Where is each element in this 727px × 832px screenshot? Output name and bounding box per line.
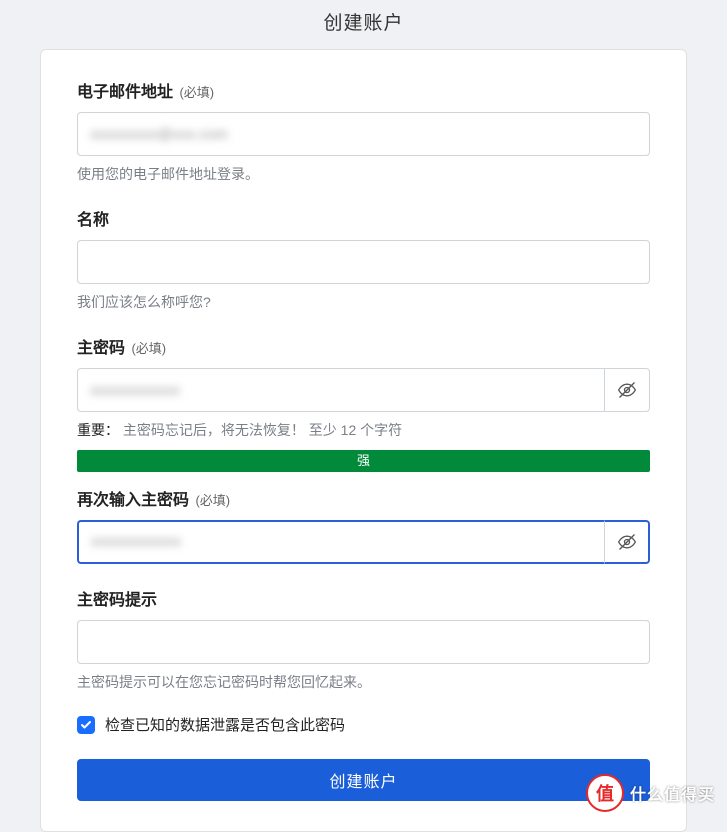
master-password-required: (必填) [131,341,166,356]
email-value-masked: xxxxxxxxx@xxx.com [90,126,228,143]
master-password-input[interactable]: xxxxxxxxxxxx [77,368,604,412]
breach-check-checkbox[interactable] [77,716,95,734]
confirm-password-label: 再次输入主密码 (必填) [77,486,650,510]
name-label: 名称 [77,206,650,230]
confirm-password-required: (必填) [195,493,230,508]
signup-card: 电子邮件地址 (必填) xxxxxxxxx@xxx.com 使用您的电子邮件地址… [40,49,687,832]
breach-check-label: 检查已知的数据泄露是否包含此密码 [105,714,345,735]
confirm-password-input[interactable]: xxxxxxxxxxxx [77,520,604,564]
master-password-value-masked: xxxxxxxxxxxx [90,382,180,399]
check-icon [80,719,92,731]
toggle-confirm-visibility-button[interactable] [604,520,650,564]
eye-off-icon [617,532,637,552]
confirm-password-label-text: 再次输入主密码 [77,492,189,509]
email-label: 电子邮件地址 (必填) [77,78,650,102]
hint-input[interactable] [77,620,650,664]
master-password-label: 主密码 (必填) [77,334,650,358]
confirm-password-group: 再次输入主密码 (必填) xxxxxxxxxxxx [77,486,650,564]
breach-check-row: 检查已知的数据泄露是否包含此密码 [77,714,650,735]
create-account-button[interactable]: 创建账户 [77,759,650,801]
master-password-label-text: 主密码 [77,340,125,357]
eye-off-icon [617,380,637,400]
watermark-text: 什么值得买 [630,781,715,805]
name-input[interactable] [77,240,650,284]
toggle-password-visibility-button[interactable] [604,368,650,412]
watermark: 值 什么值得买 [586,774,715,812]
email-helper: 使用您的电子邮件地址登录。 [77,164,650,184]
email-label-text: 电子邮件地址 [77,84,173,101]
email-required: (必填) [179,85,214,100]
master-password-group: 主密码 (必填) xxxxxxxxxxxx 重要： 主密码忘记后，将无法恢复！ … [77,334,650,440]
watermark-badge: 值 [586,774,624,812]
email-input[interactable]: xxxxxxxxx@xxx.com [77,112,650,156]
email-group: 电子邮件地址 (必填) xxxxxxxxx@xxx.com 使用您的电子邮件地址… [77,78,650,184]
master-password-important-prefix: 重要： [77,422,119,438]
master-password-helper-text: 主密码忘记后，将无法恢复！ 至少 12 个字符 [123,422,402,438]
name-group: 名称 我们应该怎么称呼您? [77,206,650,312]
hint-group: 主密码提示 主密码提示可以在您忘记密码时帮您回忆起来。 [77,586,650,692]
hint-label: 主密码提示 [77,586,650,610]
name-helper: 我们应该怎么称呼您? [77,292,650,312]
page-title: 创建账户 [0,0,727,49]
hint-helper: 主密码提示可以在您忘记密码时帮您回忆起来。 [77,672,650,692]
confirm-password-value-masked: xxxxxxxxxxxx [91,533,181,550]
password-strength-bar: 强 [77,450,650,472]
master-password-helper: 重要： 主密码忘记后，将无法恢复！ 至少 12 个字符 [77,420,650,440]
